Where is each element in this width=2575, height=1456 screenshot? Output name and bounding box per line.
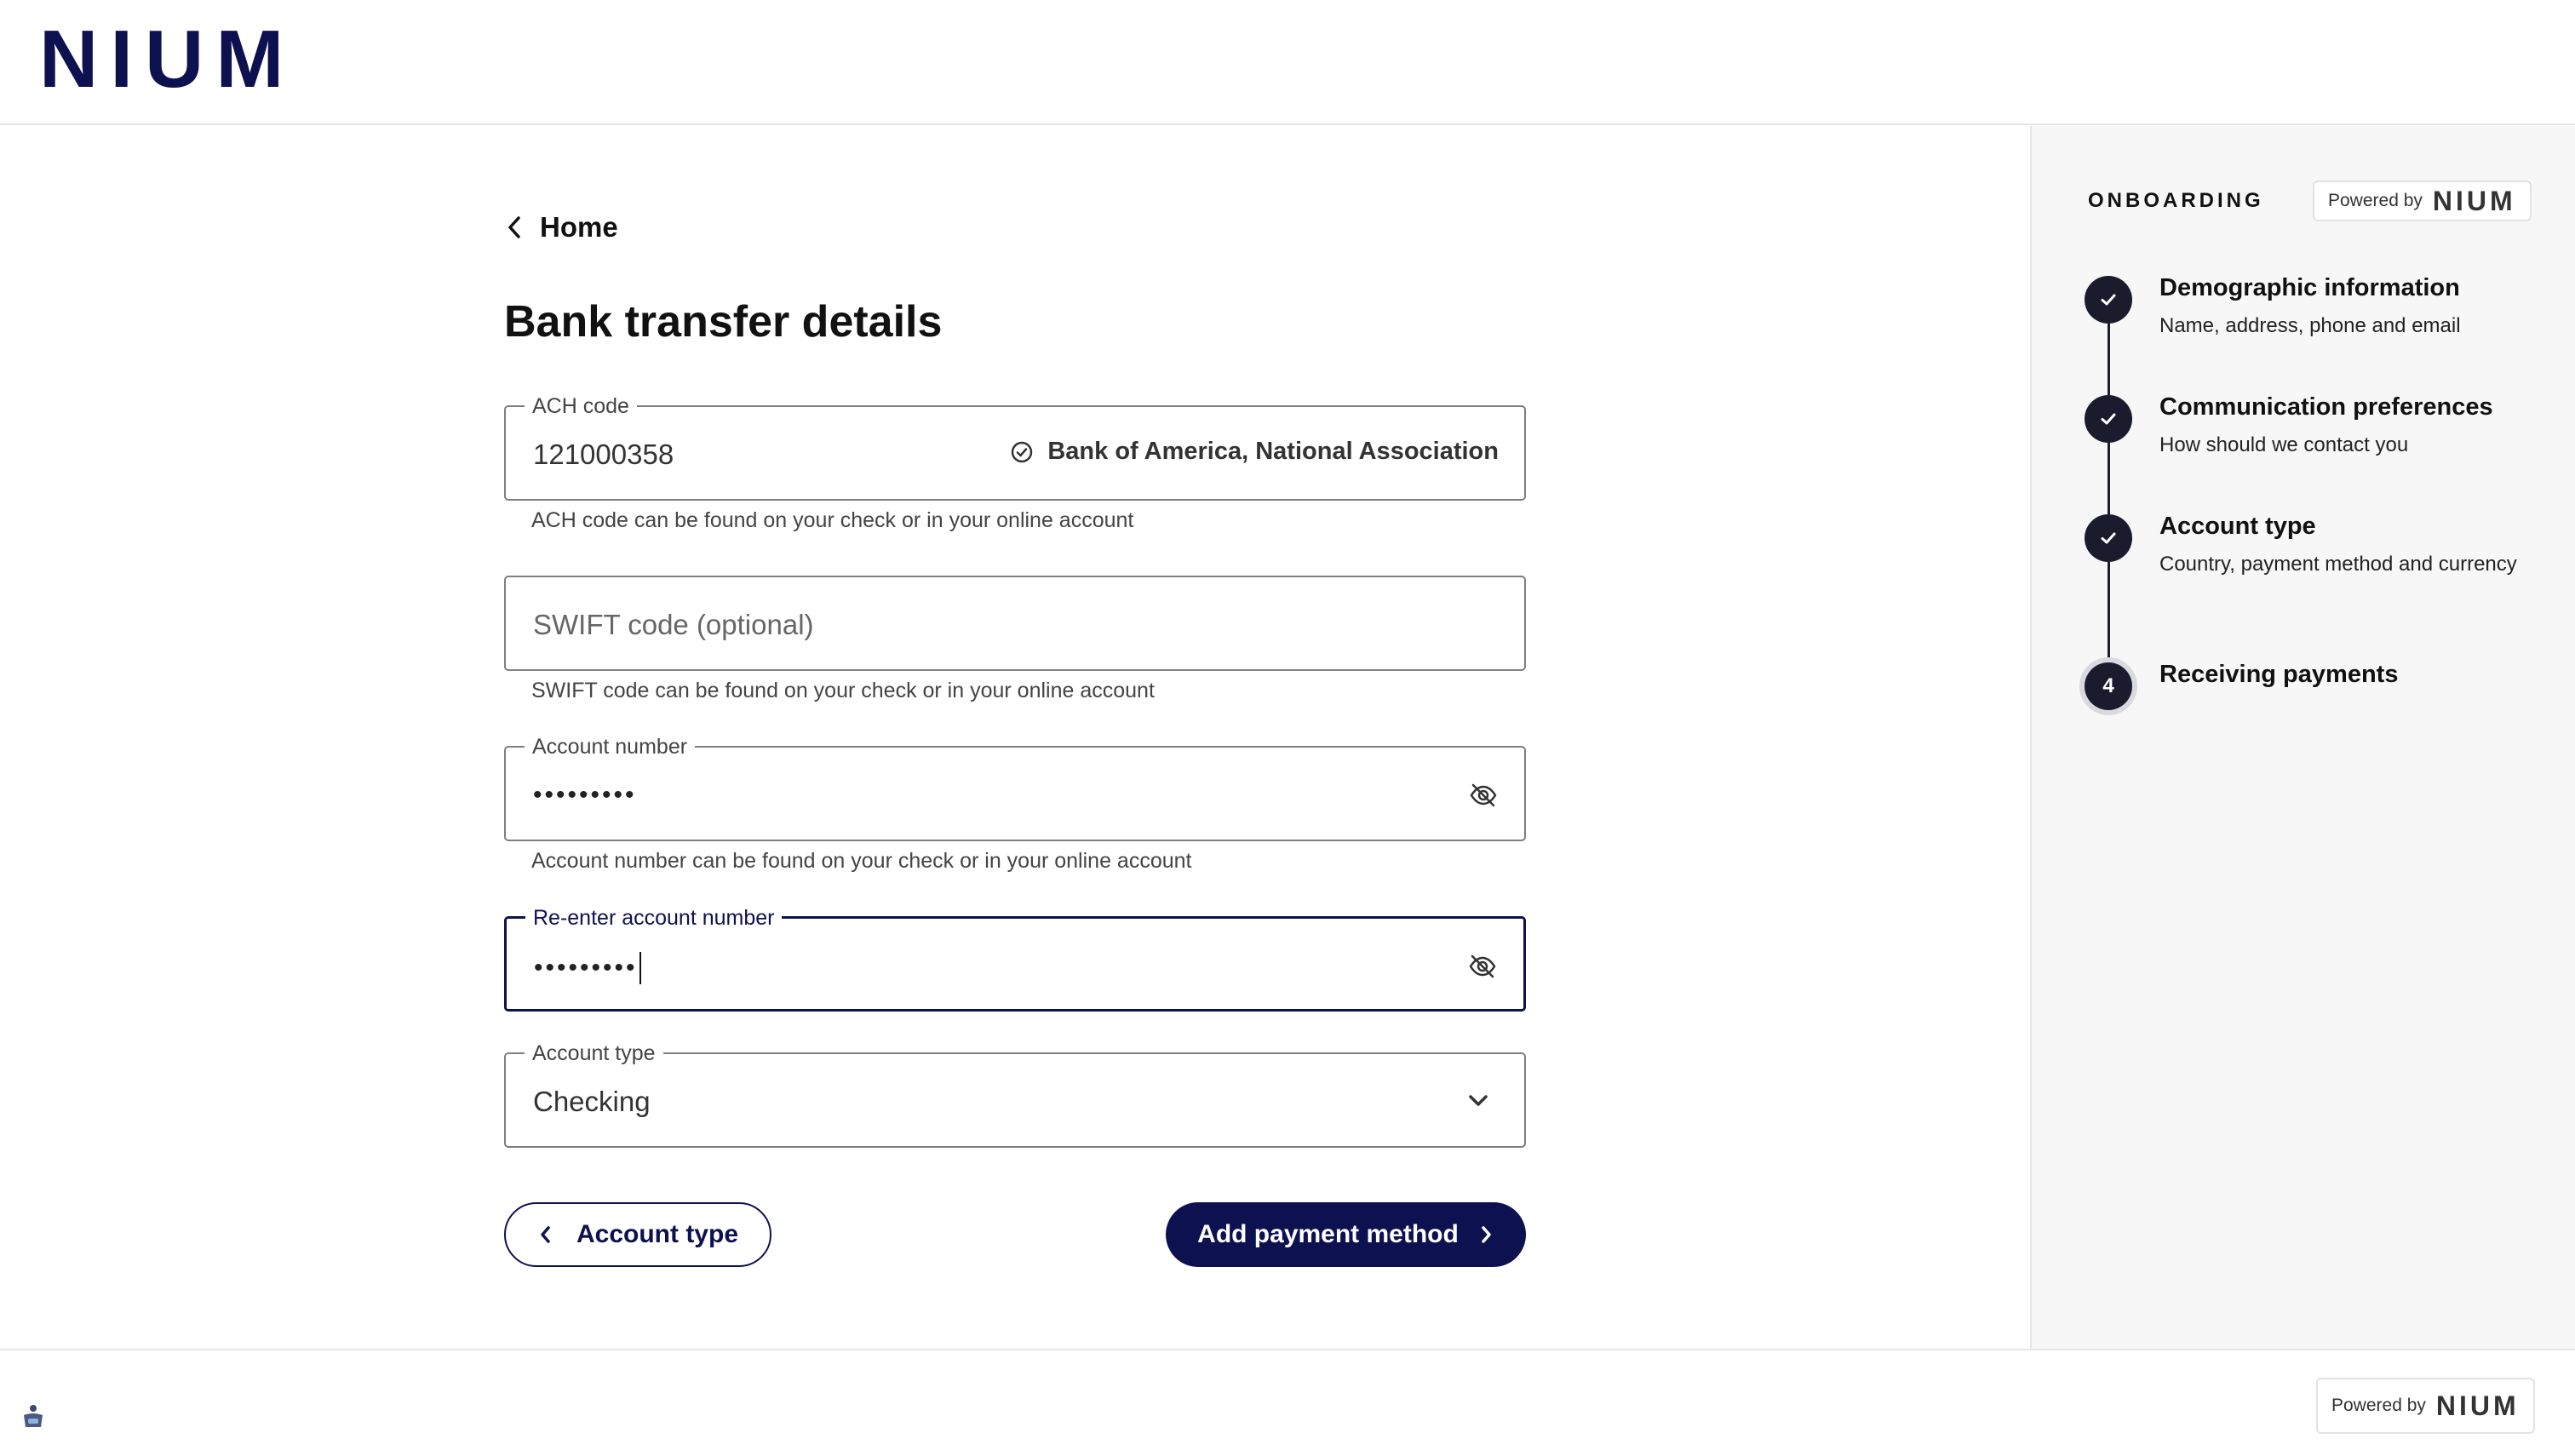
step-connector [2108,443,2110,514]
account-type-select[interactable]: Account type Checking [504,1040,1526,1148]
step-description: How should we contact you [2159,433,2409,456]
step-current-indicator: 4 [2085,662,2132,710]
eye-off-icon[interactable] [1468,780,1499,811]
step-title: Demographic information [2159,274,2460,301]
swift-code-helper: SWIFT code can be found on your check or… [531,679,1155,702]
chevron-left-icon [508,216,520,238]
text-caret [639,952,641,985]
account-number-helper: Account number can be found on your chec… [531,849,1192,873]
step-complete-indicator [2085,395,2132,443]
check-icon [2101,294,2116,306]
footer-powered-by-logo: NIUM [2435,1390,2520,1421]
step-complete-indicator [2085,514,2132,562]
step-number: 4 [2102,674,2114,697]
nium-logo[interactable]: NIUM [39,19,295,100]
add-payment-method-label: Add payment method [1197,1220,1459,1248]
chevron-down-icon[interactable] [1465,1086,1492,1114]
ach-code-label: ACH code [525,393,637,420]
add-payment-method-button[interactable]: Add payment method [1166,1202,1526,1267]
powered-by-text: Powered by [2328,191,2423,210]
back-home-label: Home [540,211,618,243]
bank-name: Bank of America, National Association [1047,438,1499,465]
eye-off-icon[interactable] [1467,951,1498,982]
chevron-left-icon [541,1226,550,1243]
reenter-account-number-value-wrap: ••••••••• [534,949,641,985]
reenter-account-number-field[interactable]: Re-enter account number ••••••••• [504,904,1526,1012]
account-type-selected: Checking [533,1086,651,1117]
page-footer: Powered by NIUM [0,1349,2575,1456]
footer-powered-by-text: Powered by [2331,1396,2426,1415]
back-button-label: Account type [576,1220,739,1248]
accessibility-widget-icon[interactable] [19,1402,48,1430]
main-content: Home Bank transfer details ACH code 1210… [0,126,2030,1349]
reenter-account-number-label: Re-enter account number [525,904,783,931]
ach-code-helper: ACH code can be found on your check or i… [531,508,1134,532]
step-title: Account type [2159,513,2316,540]
page-title: Bank transfer details [504,297,943,347]
step-description: Name, address, phone and email [2159,314,2461,337]
powered-by-badge: Powered by NIUM [2313,181,2532,221]
ach-code-field[interactable]: ACH code 121000358 Bank of America, Nati… [504,393,1526,501]
powered-by-logo: NIUM [2432,185,2516,216]
step-connector [2108,562,2110,662]
step-connector [2108,324,2110,395]
back-to-account-type-button[interactable]: Account type [504,1202,771,1267]
account-number-label: Account number [525,733,696,760]
step-title: Communication preferences [2159,393,2493,421]
swift-code-field[interactable]: SWIFT code (optional) [504,576,1526,671]
account-number-field[interactable]: Account number ••••••••• [504,733,1526,841]
swift-code-placeholder: SWIFT code (optional) [533,609,814,640]
check-icon [2101,532,2116,544]
reenter-account-number-value: ••••••••• [534,954,638,982]
onboarding-title: ONBOARDING [2088,189,2264,212]
back-home-link[interactable]: Home [504,211,618,244]
check-circle-icon [1012,441,1033,462]
step-title: Receiving payments [2159,661,2399,688]
bank-verification: Bank of America, National Association [1010,438,1499,466]
account-type-label: Account type [525,1040,663,1067]
onboarding-sidebar: ONBOARDING Powered by NIUM Demographic i… [2030,126,2575,1349]
ach-code-value: 121000358 [533,439,674,470]
chevron-right-icon [1482,1226,1491,1243]
footer-powered-by-badge: Powered by NIUM [2316,1378,2535,1434]
step-complete-indicator [2085,276,2132,324]
check-icon [2101,413,2116,425]
top-header: NIUM [0,0,2575,125]
step-description: Country, payment method and currency [2159,553,2517,576]
account-number-value: ••••••••• [533,781,637,809]
